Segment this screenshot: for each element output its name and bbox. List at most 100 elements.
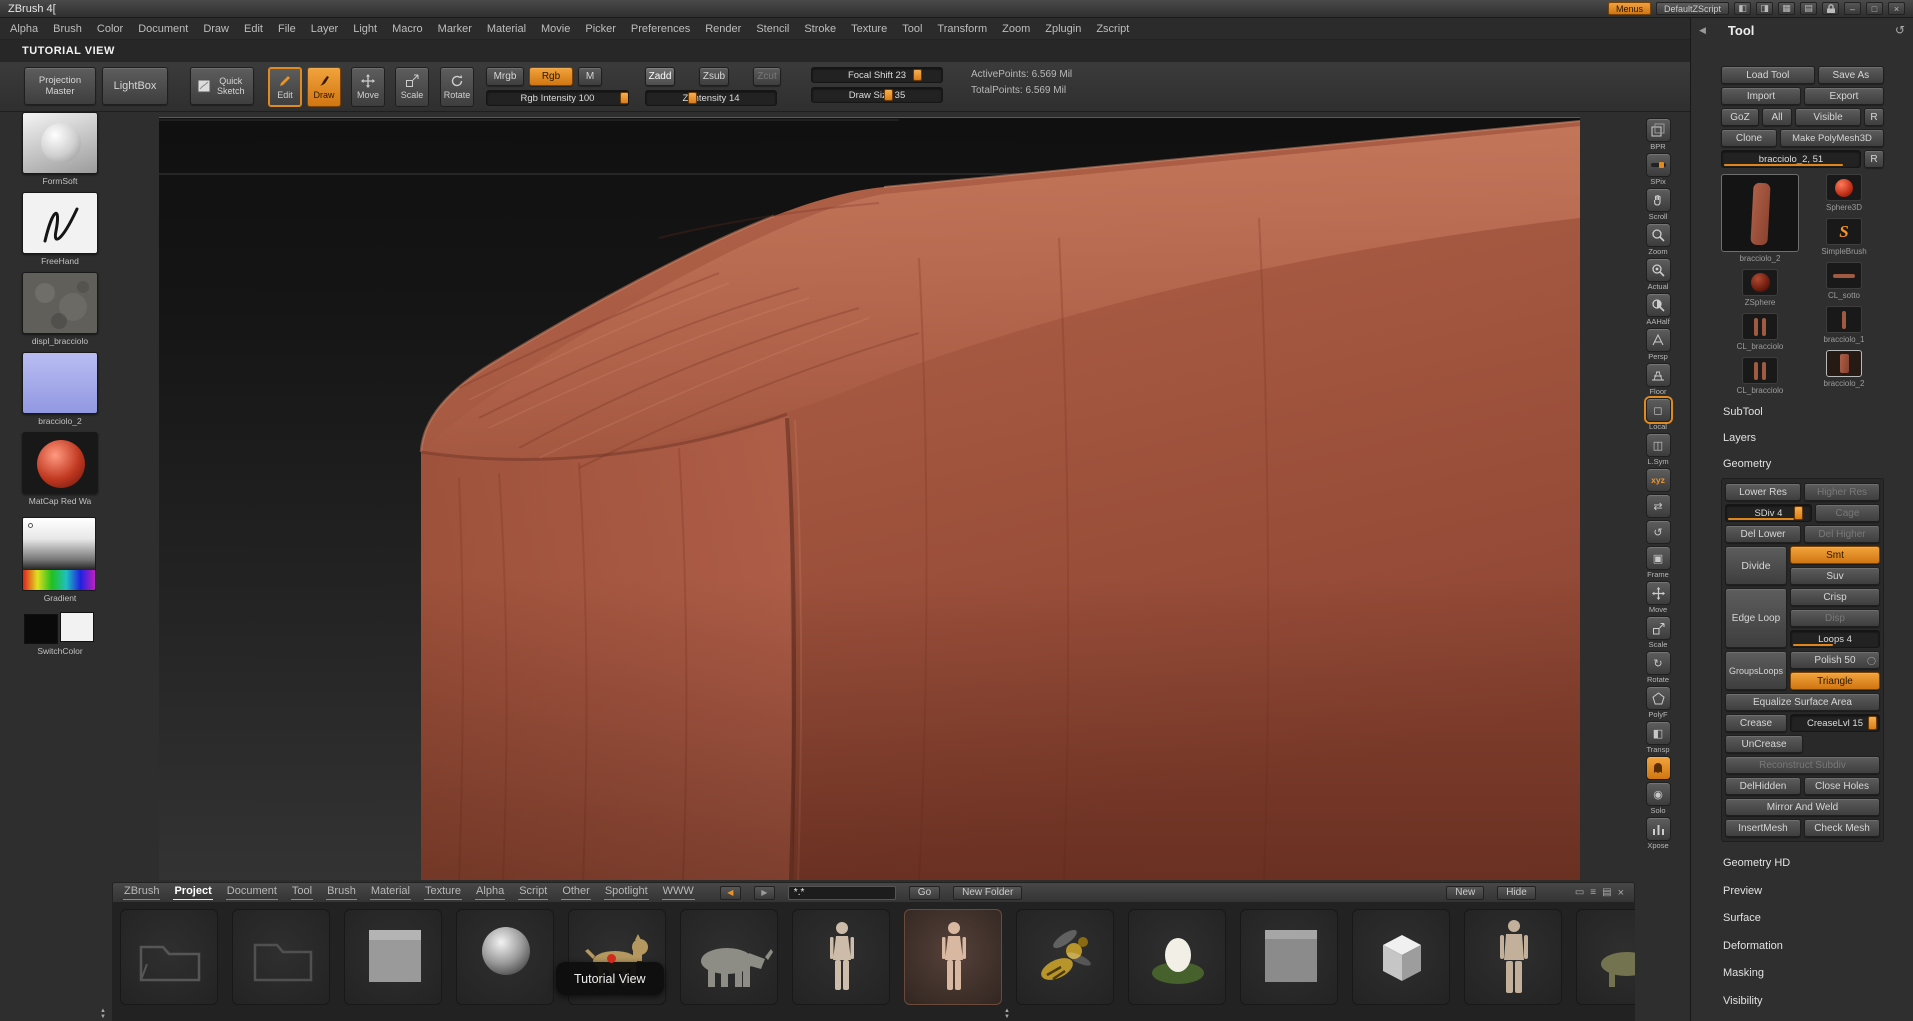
sphere-brush-thumbnail[interactable] [22, 112, 98, 174]
z-intensity-slider[interactable]: Z Intensity 14 [645, 90, 777, 106]
slider-nub[interactable] [913, 69, 923, 81]
lightbox-tab-other[interactable]: Other [561, 885, 591, 900]
make-polymesh3d-button[interactable]: Make PolyMesh3D [1780, 129, 1884, 147]
texture-selector[interactable]: bracciolo_2 [22, 352, 98, 426]
tool-r-button[interactable]: R [1864, 150, 1884, 168]
geometry-section-header[interactable]: Geometry [1721, 452, 1884, 475]
menu-preferences[interactable]: Preferences [631, 23, 690, 35]
tool-thumb-simplebrush[interactable]: S [1826, 218, 1862, 245]
goz-all-button[interactable]: All [1762, 108, 1792, 126]
xpose-button[interactable]: Xpose [1645, 817, 1671, 850]
frame-icon[interactable]: ▣ [1645, 546, 1671, 570]
lower-res-button[interactable]: Lower Res [1725, 483, 1801, 501]
goz-button[interactable]: GoZ [1721, 108, 1759, 126]
scroll-button[interactable]: Scroll [1645, 188, 1671, 221]
lightbox-tab-zbrush[interactable]: ZBrush [123, 885, 161, 900]
aahalf-button[interactable]: AAHalf [1645, 293, 1671, 326]
active-tool-thumbnail[interactable] [1721, 174, 1799, 252]
project-thumbnail-wasp[interactable] [1016, 909, 1114, 1005]
project-thumbnail-folder[interactable] [120, 909, 218, 1005]
rotate-mode-button[interactable]: Rotate [440, 67, 474, 107]
spix-slider[interactable]: SPix [1645, 153, 1671, 186]
saturation-value-area[interactable] [23, 518, 95, 570]
hand-icon[interactable] [1645, 188, 1671, 212]
menu-stroke[interactable]: Stroke [804, 23, 836, 35]
back-arrow-button[interactable]: ◀ [719, 885, 741, 900]
strip-scroll-handle[interactable]: ▲ ▼ [1004, 1008, 1010, 1020]
focal-shift-slider[interactable]: Focal Shift 23 [811, 67, 943, 83]
local-symmetry-button[interactable]: ◫ L.Sym [1645, 433, 1671, 466]
primary-color-swatch[interactable] [24, 614, 58, 644]
draw-mode-button[interactable]: Draw [307, 67, 341, 107]
draw-size-slider[interactable]: Draw Size 35 [811, 87, 943, 103]
new-folder-button[interactable]: New Folder [953, 885, 1023, 900]
visibility-section-header[interactable]: Visibility [1721, 989, 1884, 1014]
layout-grid-icon-2[interactable]: ▤ [1800, 2, 1817, 15]
equalize-surface-area-button[interactable]: Equalize Surface Area [1725, 693, 1880, 711]
slider-nub[interactable] [619, 92, 628, 104]
lightbox-tab-alpha[interactable]: Alpha [475, 885, 506, 900]
zsub-button[interactable]: Zsub [699, 67, 729, 86]
suv-toggle[interactable]: Suv [1790, 567, 1880, 585]
viewport-scale-button[interactable]: Scale [1645, 616, 1671, 649]
default-zscript-button[interactable]: DefaultZScript [1655, 2, 1729, 15]
hue-strip[interactable] [23, 570, 95, 590]
texture-thumbnail[interactable] [22, 352, 98, 414]
lightbox-button[interactable]: LightBox [102, 67, 168, 105]
lightbox-tab-project[interactable]: Project [173, 885, 213, 900]
mrgb-button[interactable]: Mrgb [486, 67, 524, 86]
move-mode-button[interactable]: Move [351, 67, 385, 107]
dock-left-icon[interactable]: ◧ [1734, 2, 1751, 15]
project-thumbnail-sphere[interactable] [456, 909, 554, 1005]
project-thumbnail-folder-2[interactable] [232, 909, 330, 1005]
polyframe-icon[interactable] [1645, 686, 1671, 710]
material-selector[interactable]: MatCap Red Wa [22, 432, 98, 506]
triangle-toggle[interactable]: Triangle [1790, 672, 1880, 690]
persp-button[interactable]: Persp [1645, 328, 1671, 361]
smt-toggle[interactable]: Smt [1790, 546, 1880, 564]
del-lower-button[interactable]: Del Lower [1725, 525, 1801, 543]
project-thumbnail-rhino[interactable] [680, 909, 778, 1005]
menu-material[interactable]: Material [487, 23, 526, 35]
menu-picker[interactable]: Picker [585, 23, 616, 35]
menu-edit[interactable]: Edit [244, 23, 263, 35]
menu-texture[interactable]: Texture [851, 23, 887, 35]
project-thumbnail-figure-selected[interactable] [904, 909, 1002, 1005]
menu-light[interactable]: Light [353, 23, 377, 35]
transparency-button[interactable]: ◧ Transp [1645, 721, 1671, 754]
minimize-icon[interactable]: – [1844, 2, 1861, 15]
menu-marker[interactable]: Marker [438, 23, 472, 35]
ghost-button[interactable] [1645, 756, 1671, 780]
move-arrows-icon[interactable] [1645, 581, 1671, 605]
slider-nub[interactable] [687, 92, 697, 104]
menu-draw[interactable]: Draw [203, 23, 229, 35]
actual-size-button[interactable]: Actual [1645, 258, 1671, 291]
lightbox-tab-tool[interactable]: Tool [290, 885, 314, 900]
menu-render[interactable]: Render [705, 23, 741, 35]
menu-macro[interactable]: Macro [392, 23, 423, 35]
switch-color-widget[interactable]: SwitchColor [22, 612, 98, 656]
menu-zplugin[interactable]: Zplugin [1045, 23, 1081, 35]
menu-zscript[interactable]: Zscript [1096, 23, 1129, 35]
scale-mode-button[interactable]: Scale [395, 67, 429, 107]
creaselvl-slider[interactable]: CreaseLvl 15 [1790, 714, 1880, 732]
zcut-button[interactable]: Zcut [753, 67, 781, 86]
crisp-toggle[interactable]: Crisp [1790, 588, 1880, 606]
color-picker[interactable]: Gradient [22, 517, 98, 603]
m-button[interactable]: M [578, 67, 602, 86]
lightbox-tab-material[interactable]: Material [369, 885, 411, 900]
tool-thumb-cl-sotto[interactable] [1826, 262, 1862, 289]
forward-arrow-button[interactable]: ▶ [753, 885, 775, 900]
loops-slider[interactable]: Loops 4 [1790, 630, 1880, 648]
higher-res-button[interactable]: Higher Res [1804, 483, 1880, 501]
tool-thumb-bracciolo-2-selected[interactable] [1826, 350, 1862, 377]
ghost-icon[interactable] [1645, 756, 1671, 780]
magnifier-icon[interactable] [1645, 223, 1671, 247]
goz-r-button[interactable]: R [1864, 108, 1884, 126]
dock-right-icon[interactable]: ◨ [1756, 2, 1773, 15]
reconstruct-subdiv-button[interactable]: Reconstruct Subdiv [1725, 756, 1880, 774]
edit-mode-button[interactable]: Edit [268, 67, 302, 107]
rotate-icon[interactable]: ↻ [1645, 651, 1671, 675]
surface-section-header[interactable]: Surface [1721, 906, 1884, 931]
import-button[interactable]: Import [1721, 87, 1801, 105]
